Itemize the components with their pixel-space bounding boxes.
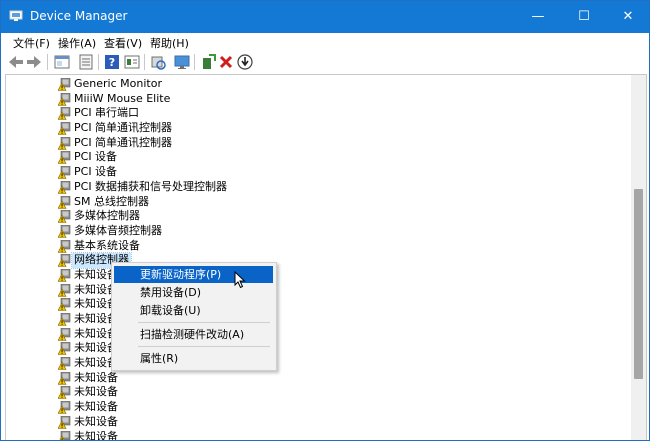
add-driver-icon[interactable] xyxy=(199,53,217,71)
device-warning-icon xyxy=(57,107,72,121)
device-tree-item-label: 未知设备 xyxy=(74,414,118,428)
uninstall-device-menu-item[interactable]: 卸载设备(U) xyxy=(114,302,273,319)
device-manager-window: Device Manager — ☐ ✕ 文件(F) 操作(A) 查看(V) 帮… xyxy=(0,0,650,441)
scan-hardware-icon[interactable] xyxy=(149,53,167,71)
device-tree-item-label: MiiiW Mouse Elite xyxy=(74,91,171,105)
device-tree-item-label: 多媒体音频控制器 xyxy=(74,223,162,237)
device-warning-icon xyxy=(57,92,72,106)
device-tree-item-label: 未知设备 xyxy=(74,385,118,399)
device-warning-icon xyxy=(58,430,72,440)
window-title: Device Manager xyxy=(30,9,128,23)
forward-arrow-icon[interactable] xyxy=(25,53,43,71)
properties-menu-item[interactable]: 属性(R) xyxy=(114,350,273,367)
device-tree-item-label: 未知设备 xyxy=(74,400,118,414)
device-tree-item-label: SM 总线控制器 xyxy=(74,194,149,208)
toolbar-separator xyxy=(144,54,145,70)
device-tree-panel[interactable]: Generic Monitor MiiiW Mouse Elite PCI 串行端口… xyxy=(5,74,647,441)
scan-hardware-changes-menu-item[interactable]: 扫描检测硬件改动(A) xyxy=(114,326,273,343)
context-menu: 更新驱动程序(P) 禁用设备(D) 卸载设备(U) 扫描检测硬件改动(A) 属性… xyxy=(111,262,277,371)
device-tree-item-label: 多媒体控制器 xyxy=(74,209,140,223)
vertical-scrollbar[interactable] xyxy=(631,75,646,440)
device-warning-icon xyxy=(57,386,72,400)
menu-divider xyxy=(138,346,270,347)
device-warning-icon xyxy=(57,180,72,194)
device-warning-icon xyxy=(57,151,72,165)
device-tree-item-label: PCI 串行端口 xyxy=(74,106,140,120)
device-warning-icon xyxy=(57,121,72,135)
device-warning-icon xyxy=(57,327,72,341)
device-warning-icon xyxy=(57,253,72,268)
help-icon[interactable]: ? xyxy=(103,53,121,71)
toolbar-separator xyxy=(47,54,48,70)
disable-device-menu-item[interactable]: 禁用设备(D) xyxy=(114,284,273,301)
device-tree-item-label: PCI 数据捕获和信号处理控制器 xyxy=(74,179,228,193)
device-tree-item-label: 未知设备 xyxy=(74,429,118,441)
device-warning-icon xyxy=(57,356,72,370)
toolbar-separator xyxy=(98,54,99,70)
menu-action[interactable]: 操作(A) xyxy=(58,35,96,51)
mouse-pointer-icon xyxy=(234,271,246,289)
device-warning-icon xyxy=(57,371,72,385)
properties-sheet-icon[interactable] xyxy=(53,53,71,71)
device-warning-icon xyxy=(57,312,72,326)
device-tree-item-label: Generic Monitor xyxy=(74,77,162,90)
device-warning-icon xyxy=(57,400,72,414)
close-button[interactable]: ✕ xyxy=(605,1,649,33)
device-tree-item-label: PCI 简单通讯控制器 xyxy=(74,121,173,135)
device-warning-icon xyxy=(57,195,72,209)
scrollbar-thumb[interactable] xyxy=(634,189,643,379)
device-warning-icon xyxy=(57,298,72,312)
svg-text:?: ? xyxy=(109,56,115,69)
device-tree-item-label: PCI 简单通讯控制器 xyxy=(74,135,173,149)
device-tree-item-label: PCI 设备 xyxy=(74,165,118,179)
device-tree-item-label: 未知设备 xyxy=(74,370,118,384)
device-warning-icon xyxy=(57,77,72,91)
device-warning-icon xyxy=(57,415,72,429)
update-driver-menu-item[interactable]: 更新驱动程序(P) xyxy=(114,266,273,283)
device-warning-icon xyxy=(57,268,72,282)
device-warning-icon xyxy=(57,136,72,150)
menu-view[interactable]: 查看(V) xyxy=(104,35,142,51)
device-manager-app-icon xyxy=(9,10,23,21)
menu-file[interactable]: 文件(F) xyxy=(13,35,50,51)
device-warning-icon xyxy=(57,224,72,238)
device-warning-icon xyxy=(57,209,72,223)
monitor-icon[interactable] xyxy=(173,53,191,71)
device-tree-item-label: PCI 设备 xyxy=(74,150,118,164)
title-bar[interactable]: Device Manager — ☐ ✕ xyxy=(1,1,649,33)
menu-bar: 文件(F) 操作(A) 查看(V) 帮助(H) xyxy=(1,33,649,51)
minimize-button[interactable]: — xyxy=(515,1,561,33)
download-driver-icon[interactable] xyxy=(236,53,254,71)
device-warning-icon xyxy=(57,165,72,179)
device-tree-item-label: 基本系统设备 xyxy=(74,238,140,252)
toolbar-separator xyxy=(194,54,195,70)
back-arrow-icon[interactable] xyxy=(7,53,25,71)
device-warning-icon xyxy=(57,342,72,356)
console-tree-icon[interactable] xyxy=(77,53,95,71)
menu-help[interactable]: 帮助(H) xyxy=(150,35,189,51)
toolbar: ? xyxy=(1,51,649,73)
uninstall-x-icon[interactable] xyxy=(217,53,235,71)
menu-divider xyxy=(138,322,270,323)
refresh-panel-icon[interactable] xyxy=(123,53,141,71)
maximize-button[interactable]: ☐ xyxy=(561,1,607,33)
device-warning-icon xyxy=(57,283,72,297)
device-warning-icon xyxy=(57,239,72,253)
